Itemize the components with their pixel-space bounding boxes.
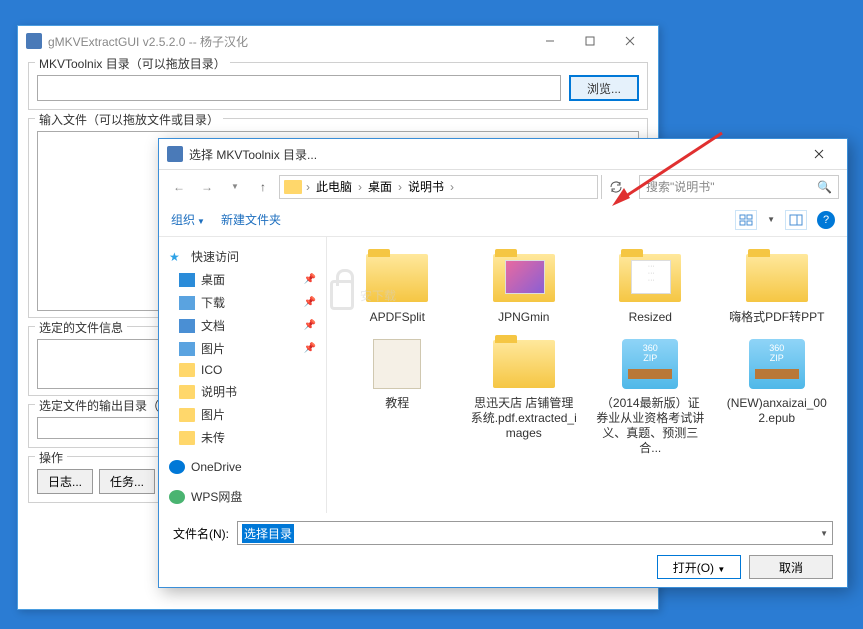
dialog-titlebar: 选择 MKVToolnix 目录... — [159, 139, 847, 169]
search-icon: 🔍 — [817, 180, 832, 194]
sidebar-documents[interactable]: 文档📌 — [165, 314, 320, 337]
folder-item[interactable]: 教程 — [335, 333, 460, 458]
folder-item[interactable]: ········· Resized — [588, 247, 713, 327]
group-mkvtoolnix-path: MKVToolnix 目录（可以拖放目录） 浏览... — [28, 62, 648, 110]
new-folder-button[interactable]: 新建文件夹 — [221, 211, 281, 228]
zip-icon: 360ZIP — [749, 339, 805, 389]
log-button[interactable]: 日志... — [37, 469, 93, 494]
folder-icon — [284, 180, 302, 194]
folder-icon — [493, 340, 555, 388]
sidebar-ico[interactable]: ICO — [165, 360, 320, 380]
cancel-button[interactable]: 取消 — [749, 555, 833, 579]
sidebar-wps[interactable]: WPS网盘 — [165, 485, 320, 508]
sidebar-desktop[interactable]: 桌面📌 — [165, 268, 320, 291]
file-list-pane[interactable]: APDFSplit JPNGmin ········· Resized 嗨格式P… — [327, 237, 847, 513]
star-icon: ★ — [169, 250, 185, 264]
download-icon — [179, 296, 195, 310]
dialog-title: 选择 MKVToolnix 目录... — [189, 146, 799, 163]
breadcrumb[interactable]: › 此电脑 › 桌面 › 说明书 › — [279, 175, 598, 199]
nav-up-button[interactable]: ↑ — [251, 175, 275, 199]
filename-input[interactable]: 选择目录 ▼ — [237, 521, 833, 545]
wps-icon — [169, 490, 185, 504]
chevron-down-icon[interactable]: ▼ — [820, 529, 828, 538]
folder-icon — [179, 408, 195, 422]
crumb-thispc[interactable]: 此电脑 — [310, 178, 358, 195]
group-label: MKVToolnix 目录（可以拖放目录） — [35, 55, 230, 72]
stack-icon — [373, 339, 421, 389]
picture-icon — [179, 342, 195, 356]
crumb-desktop[interactable]: 桌面 — [362, 178, 398, 195]
desktop-icon — [179, 273, 195, 287]
dialog-icon — [167, 146, 183, 162]
search-placeholder: 搜索"说明书" — [646, 178, 715, 195]
task-button[interactable]: 任务... — [99, 469, 155, 494]
sidebar-weichuan[interactable]: 未传 — [165, 426, 320, 449]
nav-back-button[interactable]: ← — [167, 175, 191, 199]
sidebar: ★快速访问 桌面📌 下载📌 文档📌 图片📌 ICO 说明书 图片 未传 OneD… — [159, 237, 327, 513]
folder-browse-dialog: 选择 MKVToolnix 目录... ← → ▼ ↑ › 此电脑 › 桌面 ›… — [158, 138, 848, 588]
view-dropdown-icon[interactable]: ▼ — [767, 215, 775, 224]
folder-icon — [746, 254, 808, 302]
folder-icon — [179, 363, 195, 377]
sidebar-quick-access[interactable]: ★快速访问 — [165, 245, 320, 268]
folder-icon — [366, 254, 428, 302]
refresh-button[interactable] — [601, 175, 629, 199]
sidebar-downloads[interactable]: 下载📌 — [165, 291, 320, 314]
view-mode-button[interactable] — [735, 210, 757, 230]
app-icon — [26, 33, 42, 49]
sidebar-onedrive[interactable]: OneDrive — [165, 457, 320, 477]
group-label: 输入文件（可以拖放文件或目录） — [35, 111, 223, 128]
minimize-button[interactable] — [530, 27, 570, 55]
folder-icon — [179, 385, 195, 399]
close-button[interactable] — [610, 27, 650, 55]
sidebar-manual[interactable]: 说明书 — [165, 380, 320, 403]
sidebar-pictures2[interactable]: 图片 — [165, 403, 320, 426]
thumbnail-icon — [505, 260, 545, 294]
open-button[interactable]: 打开(O) ▼ — [657, 555, 741, 579]
organize-menu[interactable]: 组织▼ — [171, 211, 205, 228]
mkvtoolnix-path-input[interactable] — [37, 75, 561, 101]
chevron-right-icon[interactable]: › — [450, 180, 454, 194]
filename-label: 文件名(N): — [173, 525, 229, 542]
maximize-button[interactable] — [570, 27, 610, 55]
nav-forward-button: → — [195, 175, 219, 199]
document-icon — [179, 319, 195, 333]
preview-pane-button[interactable] — [785, 210, 807, 230]
main-title: gMKVExtractGUI v2.5.2.0 -- 杨子汉化 — [48, 33, 530, 50]
pin-icon: 📌 — [304, 274, 316, 285]
folder-icon — [493, 254, 555, 302]
pin-icon: 📌 — [304, 297, 316, 308]
pin-icon: 📌 — [304, 343, 316, 354]
search-input[interactable]: 搜索"说明书" 🔍 — [639, 175, 839, 199]
file-item[interactable]: 360ZIP (NEW)anxaizai_002.epub — [715, 333, 840, 458]
folder-item[interactable]: JPNGmin — [462, 247, 587, 327]
folder-item[interactable]: APDFSplit — [335, 247, 460, 327]
folder-icon: ········· — [619, 254, 681, 302]
nav-recent-button[interactable]: ▼ — [223, 175, 247, 199]
toolbar: 组织▼ 新建文件夹 ▼ ? — [159, 203, 847, 237]
cloud-icon — [169, 460, 185, 474]
folder-icon — [179, 431, 195, 445]
group-label: 选定的文件信息 — [35, 319, 127, 336]
sidebar-pictures[interactable]: 图片📌 — [165, 337, 320, 360]
help-button[interactable]: ? — [817, 211, 835, 229]
zip-icon: 360ZIP — [622, 339, 678, 389]
dialog-footer: 文件名(N): 选择目录 ▼ 打开(O) ▼ 取消 — [159, 513, 847, 587]
nav-bar: ← → ▼ ↑ › 此电脑 › 桌面 › 说明书 › 搜索"说明书" 🔍 — [159, 169, 847, 203]
thumbnail-icon: ········· — [631, 260, 671, 294]
pin-icon: 📌 — [304, 320, 316, 331]
group-label: 操作 — [35, 449, 67, 466]
dialog-close-button[interactable] — [799, 140, 839, 168]
folder-item[interactable]: 思迅天店 店铺管理系统.pdf.extracted_images — [462, 333, 587, 458]
main-titlebar: gMKVExtractGUI v2.5.2.0 -- 杨子汉化 — [18, 26, 658, 56]
folder-item[interactable]: 嗨格式PDF转PPT — [715, 247, 840, 327]
browse-button[interactable]: 浏览... — [569, 75, 639, 101]
crumb-manual[interactable]: 说明书 — [402, 178, 450, 195]
file-item[interactable]: 360ZIP （2014最新版）证券业从业资格考试讲义、真题、预测三合... — [588, 333, 713, 458]
